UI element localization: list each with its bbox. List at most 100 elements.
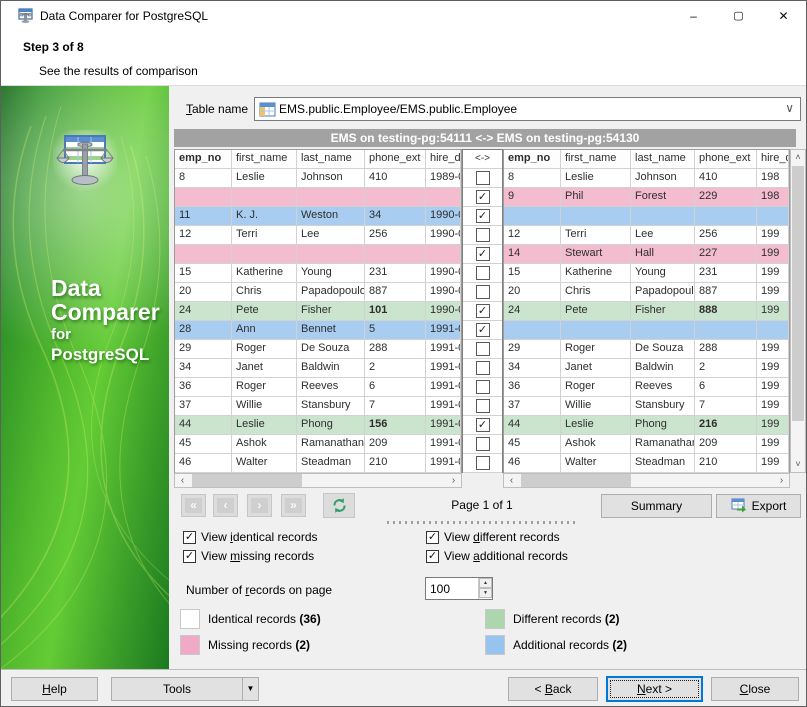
table-row[interactable]: 9 Phil Forest 229 198: [504, 188, 789, 207]
record-checkbox-unchecked[interactable]: [475, 399, 490, 413]
close-button[interactable]: ✕: [761, 1, 806, 31]
table-row[interactable]: 15 Katherine Young 231 1990-0: [175, 264, 461, 283]
record-checkbox-unchecked[interactable]: [475, 285, 490, 299]
table-row[interactable]: 36 Roger Reeves 6 1991-0: [175, 378, 461, 397]
first-page-button[interactable]: «: [181, 494, 206, 517]
maximize-button[interactable]: ▢: [716, 1, 761, 31]
table-row[interactable]: 44 Leslie Phong 216 199: [504, 416, 789, 435]
target-horizontal-scrollbar[interactable]: ‹ ›: [503, 473, 790, 488]
scroll-left-icon[interactable]: ‹: [504, 474, 519, 487]
last-page-button[interactable]: »: [281, 494, 306, 517]
table-row[interactable]: 8 Leslie Johnson 410 1989-0: [175, 169, 461, 188]
scroll-down-icon[interactable]: ˅: [791, 457, 805, 472]
table-row[interactable]: [504, 207, 789, 226]
back-button[interactable]: < Back: [508, 677, 598, 701]
table-row[interactable]: 12 Terri Lee 256 199: [504, 226, 789, 245]
table-row[interactable]: 11 K. J. Weston 34 1990-0: [175, 207, 461, 226]
view-missing-checkbox[interactable]: ✓ View missing records: [183, 549, 314, 563]
column-header[interactable]: emp_no: [504, 150, 561, 169]
scroll-right-icon[interactable]: ›: [446, 474, 461, 487]
column-header[interactable]: last_name: [297, 150, 365, 169]
view-different-checkbox[interactable]: ✓ View different records: [426, 530, 560, 544]
next-button[interactable]: Next >: [606, 676, 703, 702]
table-row[interactable]: 24 Pete Fisher 888 199: [504, 302, 789, 321]
checkbox-icon[interactable]: ✓: [426, 549, 439, 563]
checkbox-icon[interactable]: ✓: [426, 530, 439, 544]
table-row[interactable]: 28 Ann Bennet 5 1991-0: [175, 321, 461, 340]
table-row[interactable]: 29 Roger De Souza 288 1991-0: [175, 340, 461, 359]
column-header[interactable]: last_name: [631, 150, 695, 169]
record-checkbox-checked[interactable]: ✓: [475, 323, 490, 337]
horizontal-scroll-thumb[interactable]: [521, 474, 631, 487]
record-checkbox-checked[interactable]: ✓: [475, 304, 490, 318]
spin-up-icon[interactable]: ▲: [479, 578, 492, 588]
record-checkbox-unchecked[interactable]: [475, 437, 490, 451]
view-identical-checkbox[interactable]: ✓ View identical records: [183, 530, 318, 544]
tools-dropdown-icon[interactable]: ▼: [242, 678, 258, 700]
record-checkbox-checked[interactable]: ✓: [475, 247, 490, 261]
table-row[interactable]: 45 Ashok Ramanathan 209 199: [504, 435, 789, 454]
vertical-scroll-thumb[interactable]: [792, 166, 804, 421]
column-header[interactable]: first_name: [561, 150, 631, 169]
source-horizontal-scrollbar[interactable]: ‹ ›: [174, 473, 462, 488]
close-wizard-button[interactable]: Close: [711, 677, 799, 701]
spin-down-icon[interactable]: ▼: [479, 588, 492, 598]
record-checkbox-unchecked[interactable]: [475, 456, 490, 470]
source-grid[interactable]: emp_no first_name last_name phone_ext hire_d…: [174, 149, 462, 473]
record-checkbox-unchecked[interactable]: [475, 228, 490, 242]
record-checkbox-unchecked[interactable]: [475, 171, 490, 185]
table-row[interactable]: 37 Willie Stansbury 7 1991-0: [175, 397, 461, 416]
table-row[interactable]: 45 Ashok Ramanathan 209 1991-0: [175, 435, 461, 454]
table-row[interactable]: [175, 188, 461, 207]
column-header[interactable]: first_name: [232, 150, 297, 169]
table-row[interactable]: 29 Roger De Souza 288 199: [504, 340, 789, 359]
minimize-button[interactable]: –: [671, 1, 716, 31]
vertical-scrollbar[interactable]: ˄ ˅: [790, 149, 806, 473]
records-per-page-spinner[interactable]: 100 ▲ ▼: [425, 577, 493, 600]
tools-label[interactable]: Tools: [112, 678, 242, 700]
column-header[interactable]: phone_ext: [365, 150, 426, 169]
table-row[interactable]: 20 Chris Papadopoulos 887 1990-0: [175, 283, 461, 302]
record-checkbox-unchecked[interactable]: [475, 266, 490, 280]
table-row[interactable]: 8 Leslie Johnson 410 198: [504, 169, 789, 188]
summary-button[interactable]: Summary: [601, 494, 712, 518]
table-row[interactable]: 34 Janet Baldwin 2 199: [504, 359, 789, 378]
previous-page-button[interactable]: ‹: [213, 494, 238, 517]
table-name-combobox[interactable]: EMS.public.Employee/EMS.public.Employee …: [254, 97, 801, 121]
horizontal-scroll-thumb[interactable]: [192, 474, 302, 487]
table-row[interactable]: 14 Stewart Hall 227 199: [504, 245, 789, 264]
table-row[interactable]: 46 Walter Steadman 210 1991-0: [175, 454, 461, 473]
column-header[interactable]: hire_date: [757, 150, 789, 169]
table-row[interactable]: 24 Pete Fisher 101 1990-0: [175, 302, 461, 321]
chevron-down-icon[interactable]: ∨: [785, 101, 794, 115]
export-button[interactable]: Export: [716, 494, 801, 518]
view-additional-checkbox[interactable]: ✓ View additional records: [426, 549, 568, 563]
splitter-handle[interactable]: [387, 521, 577, 524]
checkbox-icon[interactable]: ✓: [183, 530, 196, 544]
column-header[interactable]: hire_date: [426, 150, 461, 169]
checkbox-icon[interactable]: ✓: [183, 549, 196, 563]
table-row[interactable]: 12 Terri Lee 256 1990-0: [175, 226, 461, 245]
record-checkbox-unchecked[interactable]: [475, 361, 490, 375]
scroll-right-icon[interactable]: ›: [774, 474, 789, 487]
record-checkbox-checked[interactable]: ✓: [475, 190, 490, 204]
table-row[interactable]: 36 Roger Reeves 6 199: [504, 378, 789, 397]
sync-checkbox-column[interactable]: <-> ✓ ✓ ✓ ✓ ✓ ✓: [462, 149, 503, 473]
scroll-track[interactable]: [519, 474, 774, 487]
table-row[interactable]: 37 Willie Stansbury 7 199: [504, 397, 789, 416]
table-row[interactable]: [504, 321, 789, 340]
tools-button[interactable]: Tools ▼: [111, 677, 259, 701]
table-row[interactable]: 44 Leslie Phong 156 1991-0: [175, 416, 461, 435]
next-page-button[interactable]: ›: [247, 494, 272, 517]
table-row[interactable]: [175, 245, 461, 264]
target-grid[interactable]: emp_nofirst_namelast_namephone_exthire_d…: [503, 149, 790, 473]
refresh-button[interactable]: [323, 493, 355, 518]
table-row[interactable]: 46 Walter Steadman 210 199: [504, 454, 789, 473]
records-per-page-value[interactable]: 100: [430, 582, 450, 596]
record-checkbox-unchecked[interactable]: [475, 380, 490, 394]
record-checkbox-unchecked[interactable]: [475, 342, 490, 356]
help-button[interactable]: Help: [11, 677, 98, 701]
column-header[interactable]: phone_ext: [695, 150, 757, 169]
record-checkbox-checked[interactable]: ✓: [475, 209, 490, 223]
scroll-track[interactable]: [190, 474, 446, 487]
